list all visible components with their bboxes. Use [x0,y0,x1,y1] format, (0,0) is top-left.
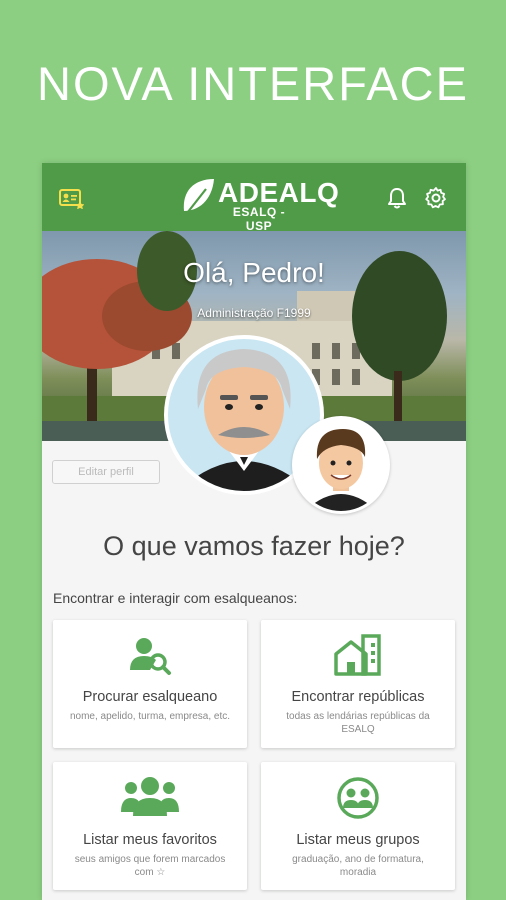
brand-subtitle: ESALQ - USP [232,205,286,233]
card-description: seus amigos que forem marcados com ☆ [74,854,226,878]
id-card-icon[interactable] [56,183,86,213]
app-bar: ADEALQ ESALQ - USP [42,163,466,233]
section-label: Encontrar e interagir com esalqueanos: [53,590,298,606]
app-screen: ADEALQ ESALQ - USP Olá, Pedro! Administr… [42,163,466,900]
users-group-icon [53,776,247,818]
promo-title: NOVA INTERFACE [37,57,469,110]
card-title: Listar meus favoritos [83,832,217,848]
leaf-icon [183,179,214,218]
card-description: nome, apelido, turma, empresa, etc. [69,711,231,722]
main-question: O que vamos fazer hoje? [103,531,405,561]
right-tree-trunk [394,371,402,421]
edit-profile-button[interactable]: Editar perfil [52,460,160,484]
group-circle-icon [261,776,455,820]
bell-icon[interactable] [382,183,412,213]
card-favorites[interactable]: Listar meus favoritos seus amigos que fo… [53,762,247,890]
card-groups[interactable]: Listar meus grupos graduação, ano de for… [261,762,455,890]
course-label: Administração F1999 [197,306,311,320]
gear-icon[interactable] [421,183,451,213]
adealq-logo: ADEALQ ESALQ - USP [180,177,340,233]
card-title: Listar meus grupos [296,832,420,848]
card-description: graduação, ano de formatura, moradia [292,854,424,878]
card-search-member[interactable]: Procurar esalqueano nome, apelido, turma… [53,620,247,748]
card-find-republics[interactable]: Encontrar repúblicas todas as lendárias … [261,620,455,748]
user-search-icon [53,636,247,676]
secondary-avatar[interactable] [292,416,390,514]
greeting: Olá, Pedro! [183,257,325,288]
card-title: Procurar esalqueano [82,689,218,705]
card-description: todas as lendárias repúblicas da ESALQ [286,711,430,735]
card-title: Encontrar repúblicas [291,689,425,705]
buildings-icon [261,634,455,676]
